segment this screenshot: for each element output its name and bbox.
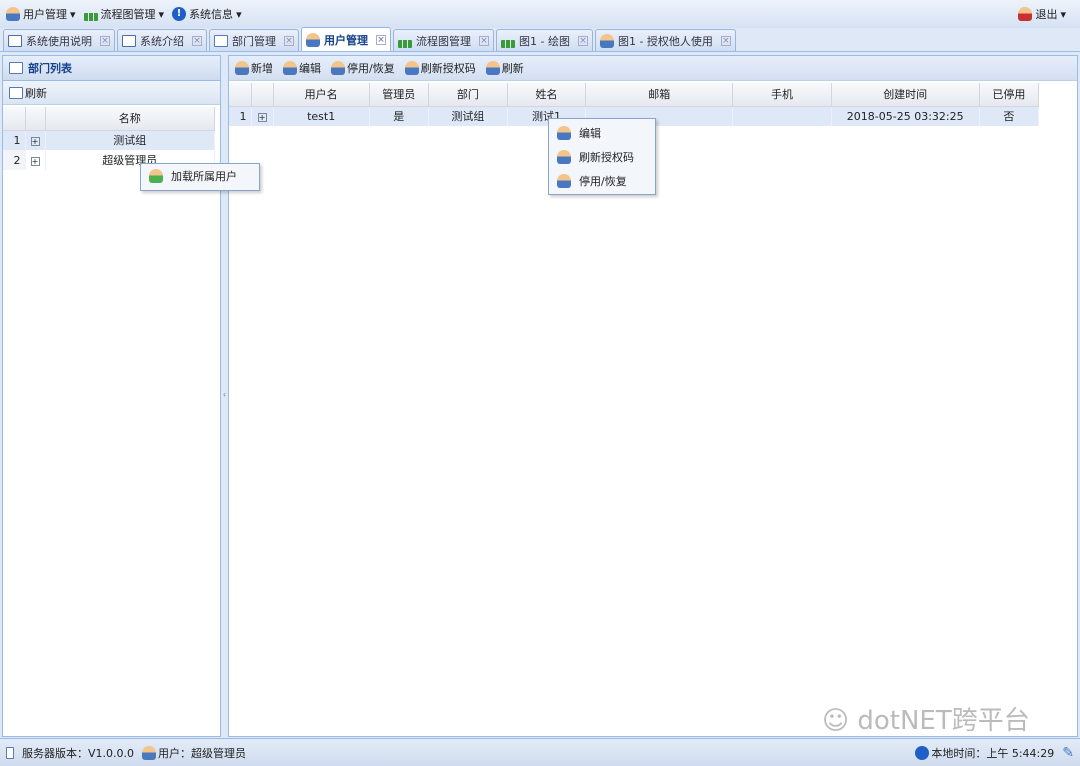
book-icon xyxy=(122,34,136,47)
department-grid: 名称 1 + 测试组 2 + 超级管理员 xyxy=(3,107,215,170)
left-toolbar: 刷新 xyxy=(3,81,220,105)
column-header[interactable]: 部门 xyxy=(428,83,508,107)
tab-bar: 系统使用说明 × 系统介绍 × 部门管理 × 用户管理 × 流程图管理 × 图1 - 绘图… xyxy=(0,27,1080,52)
tab-diagram-draw[interactable]: 图1 - 绘图 × xyxy=(496,29,593,51)
expand-icon[interactable]: + xyxy=(257,112,267,122)
user-add-icon xyxy=(235,61,249,75)
edit-button[interactable]: 编辑 xyxy=(283,60,321,76)
user-icon xyxy=(6,7,20,21)
department-context-menu: 加载所属用户 xyxy=(140,163,260,191)
user-key-icon xyxy=(557,150,571,164)
cell xyxy=(732,106,832,126)
cell: 2018-05-25 03:32:25 xyxy=(831,106,980,126)
user-edit-icon xyxy=(557,126,571,140)
add-button[interactable]: 新增 xyxy=(235,60,273,76)
logout-icon xyxy=(1018,7,1033,21)
window-icon xyxy=(9,62,23,74)
user-disable-icon xyxy=(331,61,345,75)
window-icon xyxy=(214,34,228,47)
close-icon[interactable]: × xyxy=(192,35,202,46)
expand-icon[interactable]: + xyxy=(30,136,40,146)
menu-flowchart-management[interactable]: 流程图管理 ▾ xyxy=(83,6,164,22)
splitter-handle[interactable]: ‹ xyxy=(221,390,228,410)
user-key-icon xyxy=(599,33,614,48)
user-refresh-icon xyxy=(485,61,500,75)
refresh-button[interactable]: 刷新 xyxy=(9,85,47,101)
cell: test1 xyxy=(273,106,370,126)
flowchart-icon xyxy=(501,39,515,48)
close-icon[interactable]: × xyxy=(284,35,294,46)
tab-system-intro[interactable]: 系统介绍 × xyxy=(117,29,207,51)
flowchart-icon xyxy=(398,39,412,48)
user-key-icon xyxy=(404,61,419,75)
cell: 是 xyxy=(369,106,429,126)
close-icon[interactable]: × xyxy=(100,35,110,46)
column-header[interactable]: 手机 xyxy=(732,83,832,107)
grid-refresh-icon xyxy=(9,86,23,99)
flowchart-icon xyxy=(83,13,98,21)
department-panel: 部门列表 刷新 名称 1 + 测试组 2 + 超级管理员 xyxy=(2,55,221,737)
user-icon xyxy=(142,745,157,760)
tab-diagram-authorize[interactable]: 图1 - 授权他人使用 × xyxy=(594,29,736,51)
close-icon[interactable]: × xyxy=(376,34,386,45)
column-header[interactable]: 用户名 xyxy=(273,83,370,107)
column-header[interactable]: 姓名 xyxy=(507,83,587,107)
user-context-menu: 编辑 刷新授权码 停用/恢复 xyxy=(548,118,656,195)
tab-user-management[interactable]: 用户管理 × xyxy=(301,27,391,51)
column-name[interactable]: 名称 xyxy=(45,107,215,131)
user-edit-icon xyxy=(283,61,297,75)
menu-item-edit[interactable]: 编辑 xyxy=(549,121,655,145)
wechat-icon: ☺ xyxy=(822,706,850,736)
clock-icon xyxy=(915,745,930,760)
table-row[interactable]: 1 + 测试组 xyxy=(3,130,215,150)
menu-item-load-users[interactable]: 加载所属用户 xyxy=(141,164,259,188)
status-bar: 服务器版本：V1.0.0.0 用户：超级管理员 本地时间：上午 5:44:29 … xyxy=(0,738,1080,766)
column-header[interactable]: 已停用 xyxy=(979,83,1040,107)
cell: 测试组 xyxy=(428,106,508,126)
users-icon xyxy=(149,169,163,183)
column-header[interactable]: 创建时间 xyxy=(831,83,980,107)
user-icon xyxy=(306,32,320,47)
close-icon[interactable]: × xyxy=(720,35,731,46)
watermark: ☺ dotNET跨平台 xyxy=(822,706,1030,736)
tab-department-management[interactable]: 部门管理 × xyxy=(209,29,299,51)
close-icon[interactable]: × xyxy=(577,35,588,46)
column-header[interactable]: 邮箱 xyxy=(585,83,734,107)
expand-icon[interactable]: + xyxy=(30,156,40,166)
menu-item-refresh-auth-code[interactable]: 刷新授权码 xyxy=(549,145,655,169)
refresh-button[interactable]: 刷新 xyxy=(485,60,524,76)
tab-flowchart-management[interactable]: 流程图管理 × xyxy=(393,29,494,51)
refresh-auth-code-button[interactable]: 刷新授权码 xyxy=(404,60,476,76)
column-header[interactable]: 管理员 xyxy=(369,83,429,107)
disable-restore-button[interactable]: 停用/恢复 xyxy=(331,60,395,76)
close-icon[interactable]: × xyxy=(479,35,489,46)
logout-button[interactable]: 退出 ▾ xyxy=(1018,6,1066,22)
user-toolbar: 新增 编辑 停用/恢复 刷新授权码 刷新 xyxy=(229,56,1077,81)
panel-header: 部门列表 xyxy=(3,56,220,81)
cell: 否 xyxy=(979,106,1040,126)
user-disable-icon xyxy=(557,174,571,188)
info-icon: ! xyxy=(172,7,187,21)
menu-system-info[interactable]: ! 系统信息 ▾ xyxy=(172,6,242,22)
feather-icon: ✎ xyxy=(1062,744,1074,761)
menu-bar: 用户管理 ▾ 流程图管理 ▾ ! 系统信息 ▾ 退出 ▾ xyxy=(0,0,1080,28)
tab-usage-guide[interactable]: 系统使用说明 × xyxy=(3,29,115,51)
server-icon xyxy=(6,746,14,759)
menu-user-management[interactable]: 用户管理 ▾ xyxy=(6,6,76,22)
book-icon xyxy=(8,34,22,47)
menu-item-disable-restore[interactable]: 停用/恢复 xyxy=(549,169,655,193)
